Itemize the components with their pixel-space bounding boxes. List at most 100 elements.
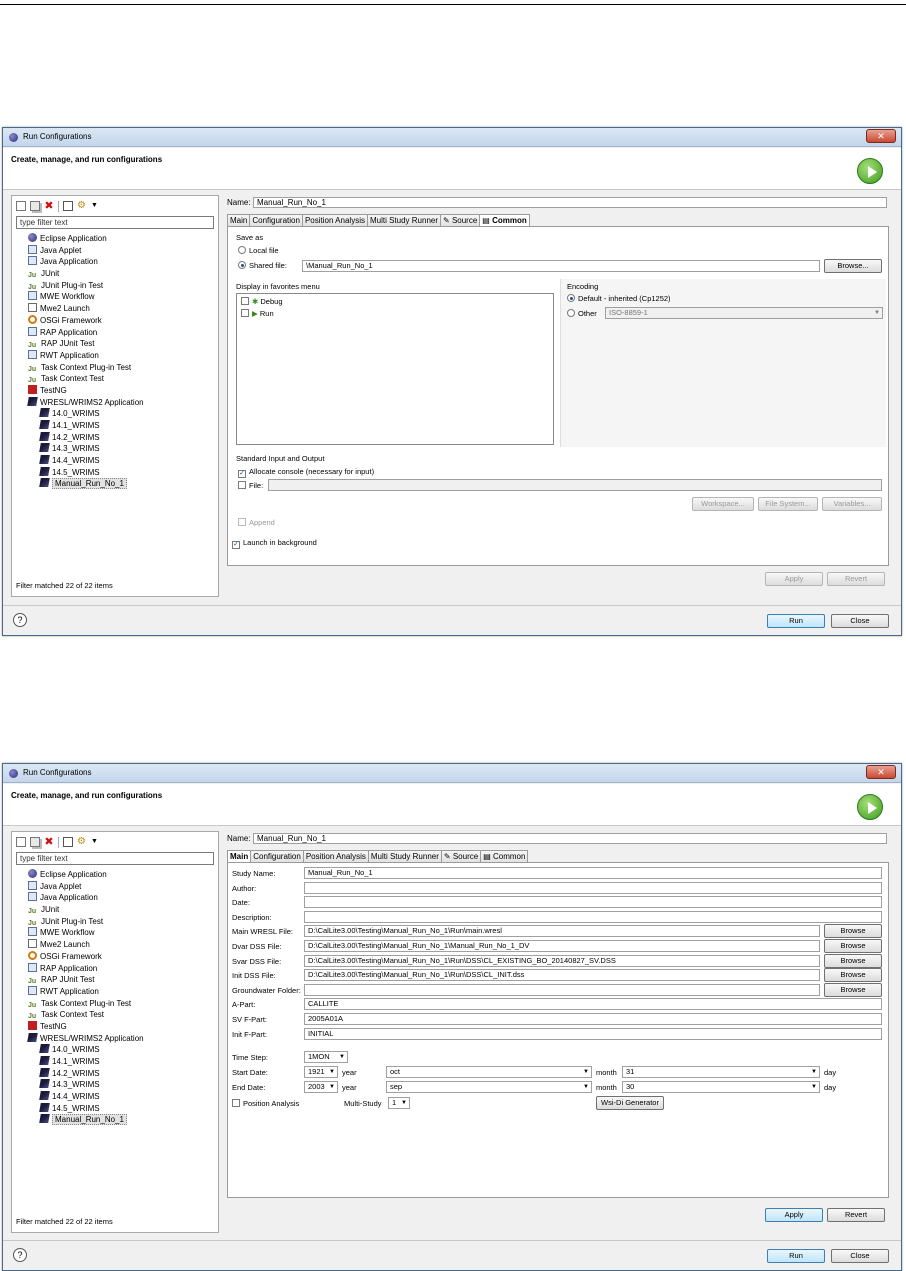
duplicate-icon[interactable]	[30, 201, 40, 211]
tree-item[interactable]: Ju JUnit	[16, 904, 214, 916]
default-encoding-radio[interactable]: Default - inherited (Cp1252)	[567, 294, 671, 303]
help-icon[interactable]: ?	[13, 613, 27, 627]
tab-source[interactable]: ✎ Source	[440, 850, 482, 862]
name-input[interactable]: Manual_Run_No_1	[253, 197, 887, 208]
collapse-all-icon[interactable]	[63, 837, 73, 847]
tree-item[interactable]: 14.4_WRIMS	[16, 455, 214, 467]
tree-item[interactable]: Ju RAP JUnit Test	[16, 974, 214, 986]
browse-button[interactable]: Browse	[824, 924, 882, 939]
tree-item[interactable]: 14.3_WRIMS	[16, 443, 214, 455]
field-input[interactable]	[304, 983, 820, 996]
delete-icon[interactable]: ✖	[44, 201, 54, 212]
tree-item[interactable]: Java Applet	[16, 880, 214, 893]
revert-button[interactable]: Revert	[827, 1208, 885, 1222]
tree-item[interactable]: Ju RAP JUnit Test	[16, 338, 214, 350]
field-input[interactable]: D:\CalLite3.00\Testing\Manual_Run_No_1\M…	[304, 940, 820, 952]
tab-multi-study-runner[interactable]: Multi Study Runner	[367, 850, 442, 862]
delete-icon[interactable]: ✖	[44, 837, 54, 848]
tab-position-analysis[interactable]: Position Analysis	[302, 850, 369, 862]
field-input[interactable]	[304, 896, 882, 909]
append-checkbox[interactable]: Append	[238, 518, 275, 527]
tab-position-analysis[interactable]: Position Analysis	[301, 214, 368, 226]
shared-file-radio[interactable]: Shared file:	[238, 261, 287, 270]
favorites-run-item[interactable]: ▶ Run	[241, 309, 274, 318]
filter-icon[interactable]: ⚙	[77, 201, 87, 211]
tree-item[interactable]: Ju Task Context Plug-in Test	[16, 362, 214, 374]
file-checkbox[interactable]: File:	[238, 481, 263, 490]
tree-item[interactable]: WRESL/WRIMS2 Application	[16, 396, 214, 409]
variables-button[interactable]: Variables...	[822, 497, 882, 511]
new-config-icon[interactable]	[16, 837, 26, 847]
end-day-select[interactable]: 30 ▼	[622, 1081, 820, 1093]
field-input[interactable]: D:\CalLite3.00\Testing\Manual_Run_No_1\R…	[304, 969, 820, 982]
tree-item[interactable]: Ju JUnit Plug-in Test	[16, 280, 214, 292]
collapse-all-icon[interactable]	[63, 201, 73, 211]
tab-main[interactable]: Main	[227, 850, 252, 862]
start-year-select[interactable]: 1921 ▼	[304, 1066, 338, 1078]
tree-item[interactable]: Eclipse Application	[16, 233, 214, 245]
tab-main[interactable]: Main	[227, 214, 251, 226]
tree-item[interactable]: Eclipse Application	[16, 869, 214, 881]
field-input[interactable]	[304, 881, 882, 894]
tree-item[interactable]: OSGi Framework	[16, 314, 214, 327]
chevron-down-icon[interactable]: ▼	[91, 837, 98, 847]
tab-configuration[interactable]: Configuration	[250, 850, 304, 862]
field-input[interactable]: D:\CalLite3.00\Testing\Manual_Run_No_1\R…	[304, 925, 820, 938]
local-file-radio[interactable]: Local file	[238, 246, 279, 255]
field-input[interactable]: Manual_Run_No_1	[304, 867, 882, 879]
name-input[interactable]: Manual_Run_No_1	[253, 833, 887, 844]
tree-item[interactable]: Java Application	[16, 256, 214, 268]
duplicate-icon[interactable]	[30, 837, 40, 847]
shared-file-input[interactable]: \Manual_Run_No_1	[302, 260, 820, 272]
tree-item[interactable]: TestNG	[16, 384, 214, 397]
tree-item[interactable]: RWT Application	[16, 349, 214, 362]
launch-background-checkbox[interactable]: ✓ Launch in background	[232, 538, 317, 549]
tree-item[interactable]: Manual_Run_No_1	[16, 478, 214, 490]
browse-button[interactable]: Browse	[824, 939, 882, 953]
browse-button[interactable]: Browse	[824, 982, 882, 997]
filter-icon[interactable]: ⚙	[77, 837, 87, 847]
allocate-console-checkbox[interactable]: ✓ Allocate console (necessary for input)	[238, 467, 374, 478]
tree-item[interactable]: 14.0_WRIMS	[16, 1044, 214, 1056]
tree-item[interactable]: Manual_Run_No_1	[16, 1114, 214, 1126]
tab-source[interactable]: ✎ Source	[440, 214, 481, 226]
tree-item[interactable]: Java Applet	[16, 244, 214, 257]
tree-item[interactable]: 14.5_WRIMS	[16, 1102, 214, 1115]
browse-button[interactable]: Browse...	[824, 259, 882, 273]
field-input[interactable]: CALLITE	[304, 998, 882, 1011]
close-button[interactable]: Close	[831, 614, 889, 628]
apply-button[interactable]: Apply	[765, 1208, 823, 1222]
field-input[interactable]: INITIAL	[304, 1027, 882, 1040]
filter-input[interactable]: type filter text	[16, 852, 214, 865]
tree-item[interactable]: Ju JUnit Plug-in Test	[16, 916, 214, 928]
other-encoding-select[interactable]: ISO-8859-1 ▼	[605, 307, 883, 319]
workspace-button[interactable]: Workspace...	[692, 497, 754, 511]
field-input[interactable]: 2005A01A	[304, 1013, 882, 1025]
tree-item[interactable]: 14.5_WRIMS	[16, 466, 214, 479]
tree-item[interactable]: 14.4_WRIMS	[16, 1091, 214, 1103]
tree-item[interactable]: RWT Application	[16, 985, 214, 998]
chevron-down-icon[interactable]: ▼	[91, 201, 98, 211]
tree-item[interactable]: MWE Workflow	[16, 927, 214, 939]
run-button[interactable]: Run	[767, 1249, 825, 1263]
output-file-input[interactable]	[268, 479, 882, 491]
tab-multi-study-runner[interactable]: Multi Study Runner	[366, 214, 441, 226]
end-year-select[interactable]: 2003 ▼	[304, 1081, 338, 1093]
tree-item[interactable]: Mwe2 Launch	[16, 303, 214, 315]
tree-item[interactable]: MWE Workflow	[16, 291, 214, 303]
apply-button[interactable]: Apply	[765, 572, 823, 586]
revert-button[interactable]: Revert	[827, 572, 885, 586]
end-month-select[interactable]: sep ▼	[386, 1081, 592, 1093]
file-system-button[interactable]: File System...	[758, 497, 818, 511]
tree-item[interactable]: RAP Application	[16, 962, 214, 975]
close-window-button[interactable]: ✕	[866, 129, 896, 143]
tree-item[interactable]: WRESL/WRIMS2 Application	[16, 1032, 214, 1045]
multi-study-select[interactable]: 1 ▼	[388, 1097, 410, 1109]
tab-common[interactable]: ▤ Common	[480, 850, 529, 862]
favorites-debug-item[interactable]: ✱ Debug	[241, 297, 283, 306]
tree-item[interactable]: 14.2_WRIMS	[16, 1067, 214, 1080]
tree-item[interactable]: 14.2_WRIMS	[16, 431, 214, 444]
close-window-button[interactable]: ✕	[866, 765, 896, 779]
tree-item[interactable]: 14.1_WRIMS	[16, 1056, 214, 1068]
close-button[interactable]: Close	[831, 1249, 889, 1263]
